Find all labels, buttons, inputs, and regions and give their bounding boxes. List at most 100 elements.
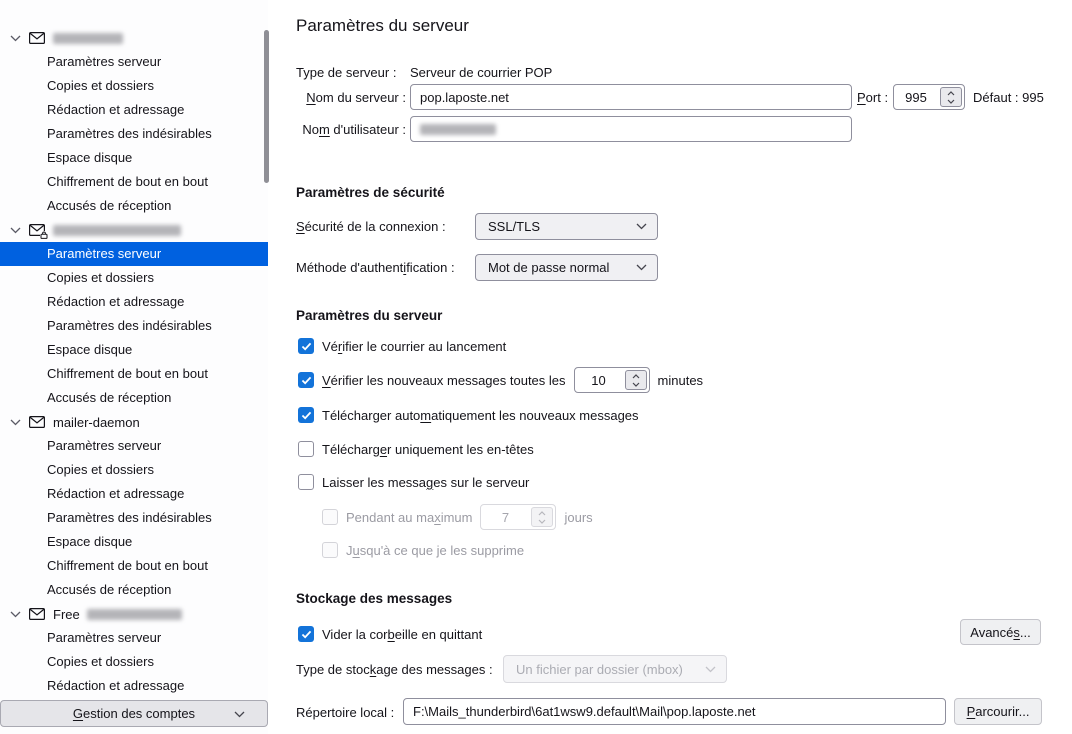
check-icon (301, 411, 311, 419)
sidebar-item-accuses-de-reception[interactable]: Accusés de réception (0, 386, 268, 410)
sidebar-item-espace-disque[interactable]: Espace disque (0, 530, 268, 554)
port-spinner[interactable]: 995 (893, 84, 965, 110)
check-every-label-after: minutes (657, 372, 704, 388)
checkbox-headers-only[interactable] (298, 441, 314, 457)
account-header-mailer-daemon[interactable]: mailer-daemon (0, 410, 268, 434)
sidebar-scrollbar-thumb[interactable] (264, 30, 269, 183)
username-input[interactable] (410, 116, 852, 142)
local-directory-value: F:\Mails_thunderbird\6at1wsw9.default\Ma… (413, 704, 756, 719)
server-type-label: Type de serveur : (296, 64, 397, 80)
sidebar-item-parametres-serveur[interactable]: Paramètres serveur (0, 626, 268, 650)
check-every-label-before: Vérifier les nouveaux messages toutes le… (322, 372, 566, 388)
chevron-down-icon (636, 223, 647, 230)
until-deleted-label: Jusqu'à ce que je les supprime (346, 542, 525, 558)
port-default-text: Défaut : 995 (973, 89, 1044, 105)
mail-account-icon (29, 416, 46, 428)
leave-on-server-label: Laisser les messages sur le serveur (322, 474, 530, 490)
empty-trash-label: Vider la corbeille en quittant (322, 626, 483, 642)
sidebar-item-parametres-des-indesirables[interactable]: Paramètres des indésirables (0, 122, 268, 146)
local-directory-input[interactable]: F:\Mails_thunderbird\6at1wsw9.default\Ma… (403, 698, 946, 725)
spinner-arrows[interactable] (940, 87, 962, 107)
mail-account-lock-icon (29, 224, 48, 239)
spinner-up-icon (947, 90, 955, 95)
advanced-button[interactable]: Avancés... (960, 619, 1041, 645)
sidebar-item-redaction-et-adressage[interactable]: Rédaction et adressage (0, 482, 268, 506)
checkbox-leave-on-server[interactable] (298, 474, 314, 490)
check-icon (301, 630, 311, 638)
checkbox-check-on-startup[interactable] (298, 338, 314, 354)
spinner-arrows[interactable] (624, 370, 647, 390)
connection-security-value: SSL/TLS (488, 219, 541, 234)
browse-button[interactable]: Parcourir... (954, 698, 1042, 725)
sidebar-item-espace-disque[interactable]: Espace disque (0, 338, 268, 362)
sidebar-item-redaction-et-adressage[interactable]: Rédaction et adressage (0, 290, 268, 314)
sidebar-item-parametres-des-indesirables[interactable]: Paramètres des indésirables (0, 314, 268, 338)
auth-method-dropdown[interactable]: Mot de passe normal (475, 254, 658, 281)
check-every-minutes-spinner[interactable]: 10 (573, 367, 650, 393)
server-name-label: Nom du serveur : (306, 89, 406, 105)
check-on-startup-label: Vérifier le courrier au lancement (322, 338, 507, 354)
max-days-label-after: jours (564, 509, 593, 525)
connection-security-label: Sécurité de la connexion : (296, 219, 446, 234)
chevron-down-icon (636, 264, 647, 271)
chevron-down-icon[interactable] (10, 611, 23, 618)
storage-section-heading: Stockage des messages (296, 591, 453, 606)
sidebar-item-redaction-et-adressage[interactable]: Rédaction et adressage (0, 674, 268, 698)
check-every-minutes-value: 10 (591, 372, 606, 388)
redacted-username-value (420, 123, 496, 135)
spinner-up-icon (539, 510, 546, 515)
sidebar-item-chiffrement[interactable]: Chiffrement de bout en bout (0, 362, 268, 386)
max-days-value: 7 (501, 509, 510, 525)
check-icon (301, 376, 311, 384)
sidebar-item-chiffrement[interactable]: Chiffrement de bout en bout (0, 170, 268, 194)
account-name: mailer-daemon (53, 414, 140, 430)
checkbox-until-deleted (322, 542, 338, 558)
sidebar-item-copies-et-dossiers[interactable]: Copies et dossiers (0, 458, 268, 482)
local-directory-label: Répertoire local : (296, 704, 395, 720)
server-name-input[interactable]: pop.laposte.net (410, 84, 852, 110)
chevron-down-icon (234, 711, 245, 718)
auth-method-value: Mot de passe normal (488, 260, 610, 275)
sidebar-item-copies-et-dossiers[interactable]: Copies et dossiers (0, 266, 268, 290)
redacted-account-name (53, 224, 181, 236)
chevron-down-icon[interactable] (10, 227, 23, 234)
sidebar-item-parametres-serveur[interactable]: Paramètres serveur (0, 434, 268, 458)
account-name: Free (53, 606, 80, 622)
redacted-account-name (53, 32, 123, 44)
checkbox-auto-download[interactable] (298, 407, 314, 423)
sidebar-item-copies-et-dossiers[interactable]: Copies et dossiers (0, 74, 268, 98)
username-label: Nom d'utilisateur : (302, 121, 406, 137)
sidebar-item-parametres-serveur[interactable]: Paramètres serveur (0, 50, 268, 74)
max-days-spinner: 7 (480, 504, 557, 530)
sidebar-item-copies-et-dossiers[interactable]: Copies et dossiers (0, 650, 268, 674)
redacted-account-name-part (86, 608, 182, 620)
sidebar-item-accuses-de-reception[interactable]: Accusés de réception (0, 578, 268, 602)
checkbox-check-every[interactable] (298, 372, 314, 388)
advanced-button-label: Avancés... (970, 624, 1031, 640)
sidebar-item-parametres-serveur-selected[interactable]: Paramètres serveur (0, 242, 268, 266)
account-header-2[interactable] (0, 218, 268, 242)
storage-type-label: Type de stockage des messages : (296, 661, 493, 677)
checkbox-empty-trash[interactable] (298, 626, 314, 642)
account-header-free[interactable]: Free (0, 602, 268, 626)
manage-accounts-button[interactable]: Gestion des comptes (0, 700, 268, 727)
spinner-down-icon (539, 519, 546, 524)
checkbox-max-days (322, 509, 338, 525)
spinner-up-icon (632, 373, 639, 378)
connection-security-dropdown[interactable]: SSL/TLS (475, 213, 658, 240)
sidebar-item-espace-disque[interactable]: Espace disque (0, 146, 268, 170)
chevron-down-icon[interactable] (10, 419, 23, 426)
sidebar-item-parametres-des-indesirables[interactable]: Paramètres des indésirables (0, 506, 268, 530)
sidebar-item-accuses-de-reception[interactable]: Accusés de réception (0, 194, 268, 218)
storage-type-value: Un fichier par dossier (mbox) (516, 661, 683, 677)
sidebar-item-redaction-et-adressage[interactable]: Rédaction et adressage (0, 98, 268, 122)
lock-icon (40, 231, 48, 239)
spinner-down-icon (947, 99, 955, 104)
auto-download-label: Télécharger automatiquement les nouveaux… (322, 407, 639, 423)
account-header-1[interactable] (0, 26, 268, 50)
storage-type-dropdown: Un fichier par dossier (mbox) (503, 655, 727, 683)
sidebar-item-chiffrement[interactable]: Chiffrement de bout en bout (0, 554, 268, 578)
port-value: 995 (905, 89, 927, 105)
chevron-down-icon[interactable] (10, 35, 23, 42)
max-days-label-before: Pendant au maximum (346, 509, 473, 525)
